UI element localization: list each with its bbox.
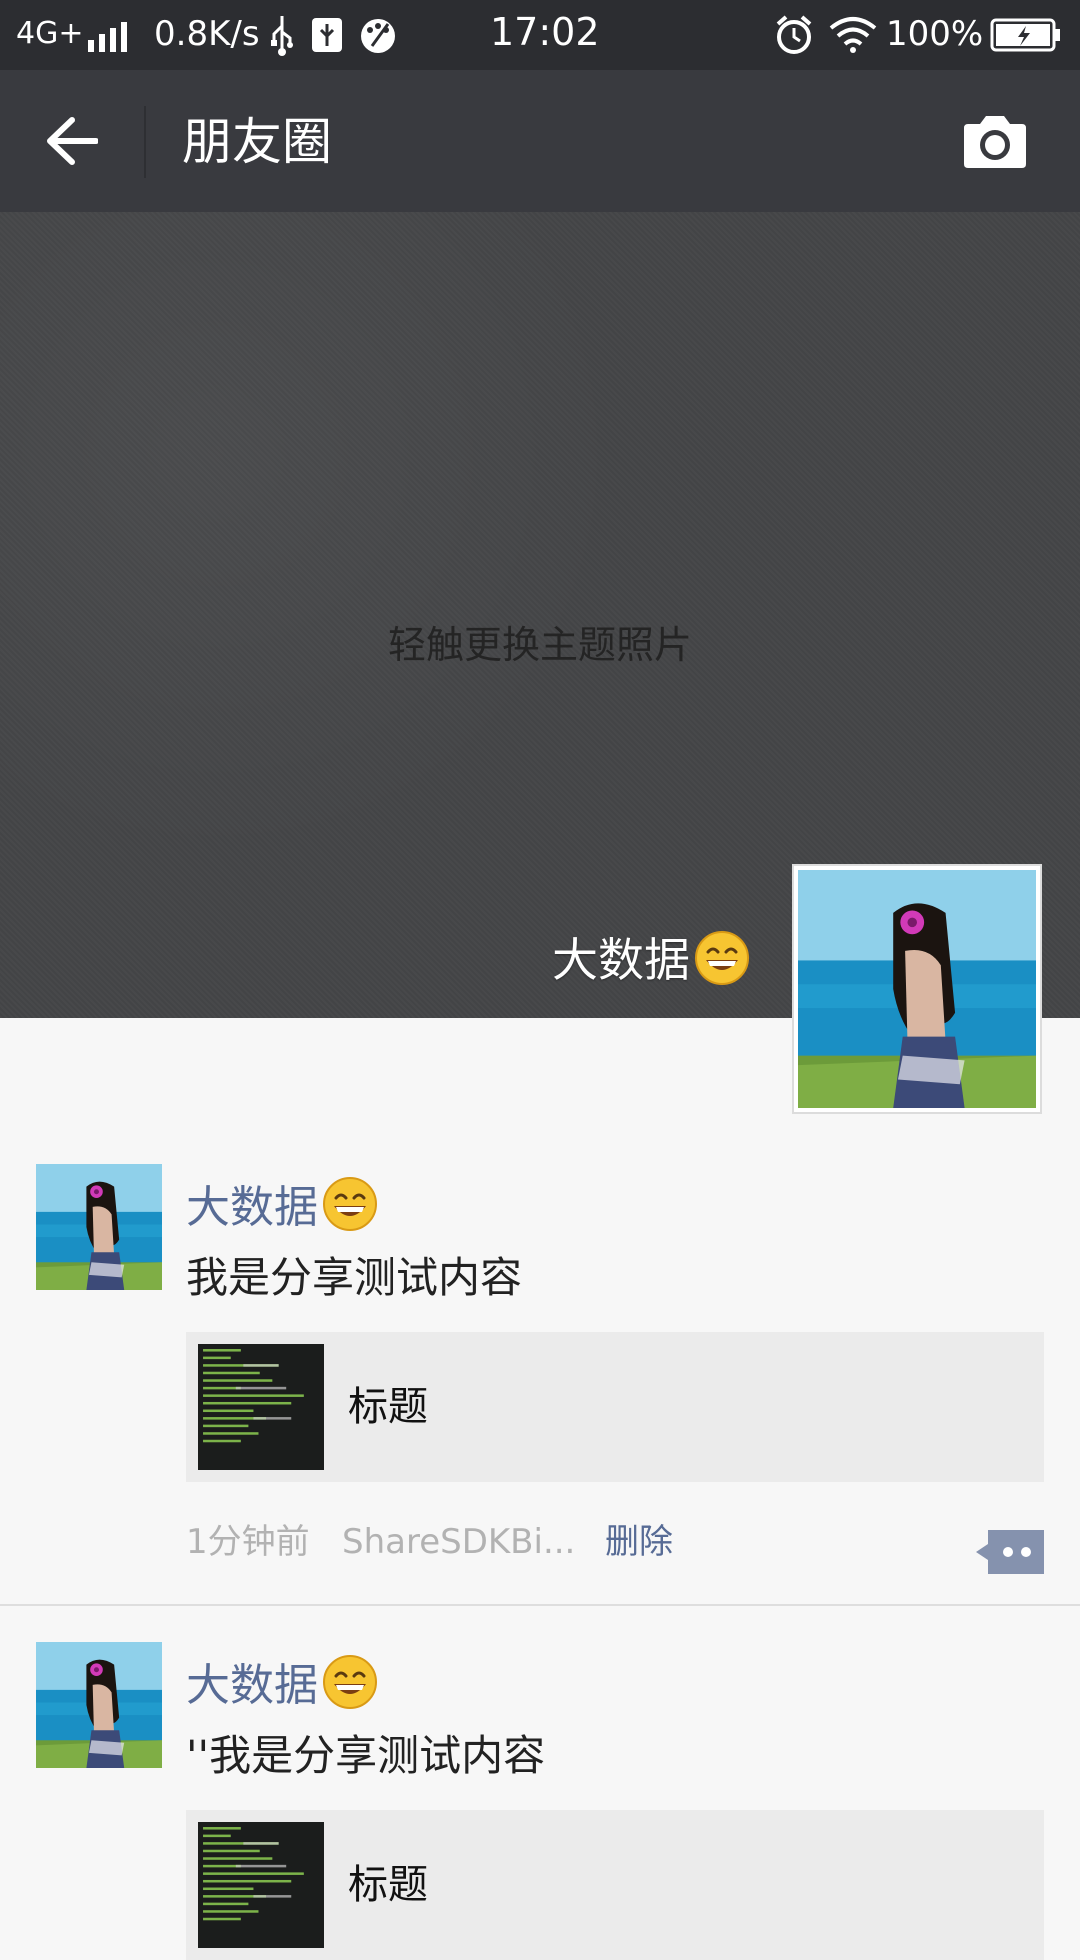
- avatar-photo: [798, 870, 1036, 1108]
- post-avatar[interactable]: [36, 1642, 162, 1768]
- status-bar: 4G+ 0.8K/s 17:02 100%: [0, 0, 1080, 70]
- post-text: 我是分享测试内容: [186, 1253, 523, 1302]
- moment-post: 大数据 我是分享测试内容 标题 1分钟前 ShareSDKBi... 删除: [0, 1146, 1080, 1606]
- comment-more-icon[interactable]: [974, 1530, 1044, 1574]
- shared-link-card[interactable]: 标题: [186, 1810, 1044, 1960]
- post-avatar[interactable]: [36, 1164, 162, 1290]
- battery-icon: [990, 18, 1060, 52]
- network-type: 4G+: [16, 16, 84, 51]
- post-source[interactable]: ShareSDKBi...: [342, 1518, 575, 1566]
- grin-emoji-icon: [694, 930, 750, 986]
- shared-link-card[interactable]: 标题: [186, 1332, 1044, 1482]
- alarm-icon: [776, 15, 812, 54]
- link-thumbnail: [198, 1822, 324, 1948]
- post-author[interactable]: 大数据: [186, 1176, 378, 1237]
- moment-post: 大数据 ''我是分享测试内容 标题: [0, 1624, 1080, 1960]
- back-arrow-icon[interactable]: [46, 116, 98, 166]
- clock: 17:02: [490, 10, 600, 54]
- cover-user-name-text: 大数据: [552, 933, 690, 987]
- usb-debug-icon: [312, 18, 342, 52]
- grin-emoji-icon: [322, 1176, 378, 1232]
- usb-icon: [271, 16, 293, 56]
- post-author-text: 大数据: [186, 1660, 318, 1711]
- signal-icon: [88, 22, 127, 52]
- paint-icon: [361, 19, 395, 53]
- post-text: ''我是分享测试内容: [186, 1731, 546, 1780]
- link-title: 标题: [348, 1384, 428, 1430]
- battery-percent: 100%: [886, 14, 984, 54]
- network-speed: 0.8K/s: [154, 14, 260, 54]
- nav-divider: [144, 106, 146, 178]
- nav-bar: 朋友圈: [0, 70, 1080, 212]
- wifi-icon: [829, 17, 877, 53]
- page-title: 朋友圈: [182, 113, 332, 171]
- cover-user-name: 大数据: [552, 930, 750, 990]
- cover-hint: 轻触更换主题照片: [387, 623, 692, 667]
- post-divider: [0, 1604, 1080, 1606]
- post-author-text: 大数据: [186, 1182, 318, 1233]
- post-time: 1分钟前: [186, 1522, 310, 1562]
- profile-avatar[interactable]: [792, 864, 1042, 1114]
- camera-icon[interactable]: [960, 114, 1030, 170]
- post-author[interactable]: 大数据: [186, 1654, 378, 1715]
- grin-emoji-icon: [322, 1654, 378, 1710]
- link-thumbnail: [198, 1344, 324, 1470]
- delete-link[interactable]: 删除: [605, 1518, 673, 1566]
- link-title: 标题: [348, 1862, 428, 1908]
